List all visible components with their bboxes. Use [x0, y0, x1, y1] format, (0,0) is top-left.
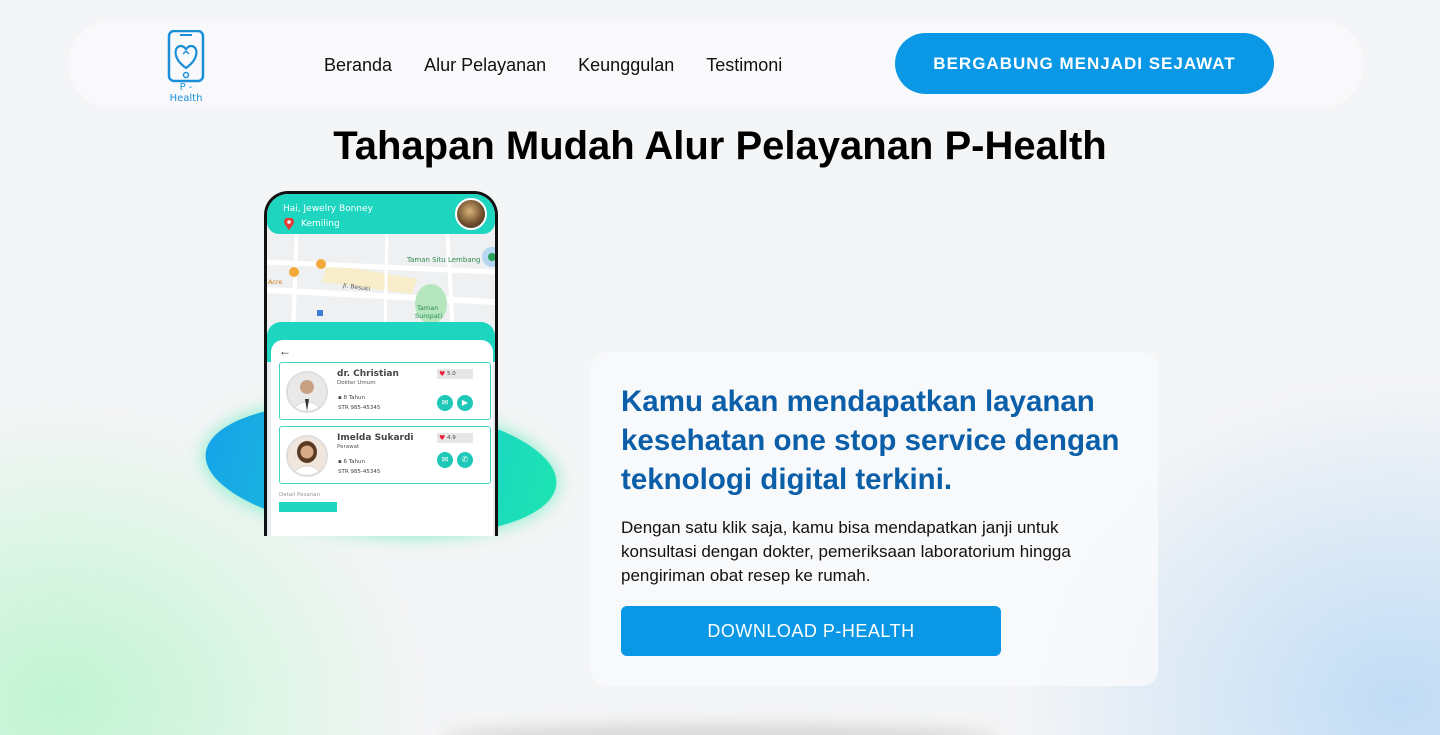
doctor-rating: 4.9	[437, 433, 473, 443]
phone-call-icon[interactable]: ✆	[457, 452, 473, 468]
chat-icon[interactable]: ✉	[437, 452, 453, 468]
logo-text: P - Health	[169, 82, 203, 104]
download-button[interactable]: DOWNLOAD P-HEALTH	[621, 606, 1001, 656]
doctor-str: STR 985-45345	[338, 405, 381, 411]
app-header: Hai, Jewelry Bonney Kemiling	[267, 194, 495, 234]
doctor-name: dr. Christian	[337, 369, 399, 379]
nav-link-alur-pelayanan[interactable]: Alur Pelayanan	[424, 55, 546, 76]
p-health-logo[interactable]: P - Health	[164, 29, 208, 104]
nav-links: Beranda Alur Pelayanan Keunggulan Testim…	[324, 55, 782, 76]
join-button[interactable]: BERGABUNG MENJADI SEJAWAT	[895, 33, 1274, 94]
location-text: Kemiling	[301, 219, 340, 229]
map-streets	[267, 224, 495, 334]
map-label-park1: Taman Situ Lembang	[407, 256, 481, 264]
nav-link-beranda[interactable]: Beranda	[324, 55, 392, 76]
phone-mockup: Taman Situ Lembang Jl. Besuki Taman Suro…	[264, 191, 498, 536]
phone-screen: Taman Situ Lembang Jl. Besuki Taman Suro…	[267, 194, 495, 536]
doctor-name: Imelda Sukardi	[337, 433, 414, 443]
detail-label: Detail Pesanan	[279, 492, 321, 498]
doctor-experience: ▪ 6 Tahun	[338, 459, 366, 465]
doctor-rating: 5.0	[437, 369, 473, 379]
doctor-role: Dokter Umum	[337, 380, 376, 386]
detail-tab[interactable]	[279, 502, 337, 512]
map-label-acre: Acre	[268, 278, 283, 286]
info-headline: Kamu akan mendapatkan layanan kesehatan …	[621, 385, 1120, 496]
info-card: Kamu akan mendapatkan layanan kesehatan …	[591, 352, 1158, 686]
chat-icon[interactable]: ✉	[437, 395, 453, 411]
page-title: Tahapan Mudah Alur Pelayanan P-Health	[333, 124, 1107, 168]
doctor-experience: ▪ 8 Tahun	[338, 395, 366, 401]
map-label-park2b: Suropati	[415, 312, 443, 320]
map-view: Taman Situ Lembang Jl. Besuki Taman Suro…	[267, 224, 495, 334]
doctor-role: Perawat	[337, 444, 360, 450]
doctor-list-sheet: ← dr. Christian Dokter Umum 5.0 ▪ 8 Tahu…	[271, 340, 493, 536]
phone-heart-icon	[167, 29, 205, 83]
nav-link-testimoni[interactable]: Testimoni	[706, 55, 782, 76]
back-arrow-icon[interactable]: ←	[279, 344, 291, 358]
info-description: Dengan satu klik saja, kamu bisa mendapa…	[621, 518, 1071, 585]
user-avatar[interactable]	[455, 198, 487, 230]
video-call-icon[interactable]: ▶	[457, 395, 473, 411]
doctor-card[interactable]: Imelda Sukardi Perawat 4.9 ▪ 6 Tahun STR…	[279, 426, 491, 484]
nav-link-keunggulan[interactable]: Keunggulan	[578, 55, 674, 76]
doctor-str: STR 985-45345	[338, 469, 381, 475]
doctor-photo	[286, 371, 328, 413]
decorative-shadow	[440, 725, 1000, 735]
map-label-park2a: Taman	[417, 304, 439, 312]
greeting-text: Hai, Jewelry Bonney	[283, 204, 373, 214]
navbar: P - Health Beranda Alur Pelayanan Keungg…	[68, 20, 1364, 108]
doctor-card[interactable]: dr. Christian Dokter Umum 5.0 ▪ 8 Tahun …	[279, 362, 491, 420]
location-pin-icon	[284, 218, 294, 230]
doctor-photo	[286, 435, 328, 477]
